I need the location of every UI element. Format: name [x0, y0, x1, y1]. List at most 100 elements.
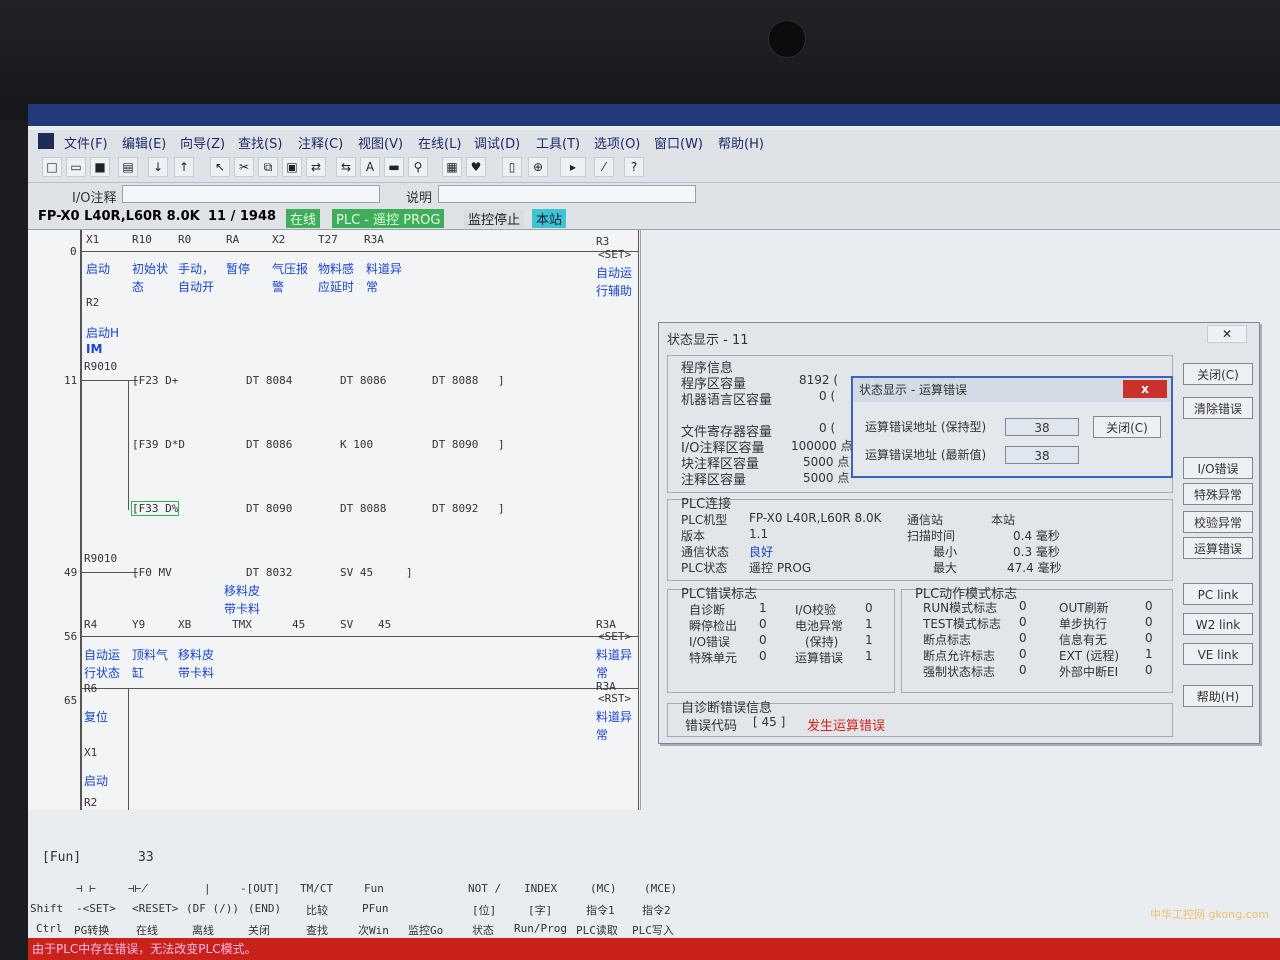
key-pfun[interactable]: PFun — [362, 902, 389, 915]
contact-label[interactable]: T27 — [318, 233, 338, 246]
coil-label[interactable]: R3 — [596, 235, 609, 248]
key-not[interactable]: NOT / — [468, 882, 501, 895]
key-offline[interactable]: 离线 — [192, 922, 214, 938]
key-instr2[interactable]: 指令2 — [642, 902, 671, 918]
timer-label[interactable]: TMX — [232, 618, 252, 631]
key-mc[interactable]: (MC) — [590, 882, 617, 895]
key-reset[interactable]: <RESET> — [132, 902, 178, 915]
io-comment-field[interactable] — [122, 185, 380, 203]
contact-label[interactable]: R9010 — [84, 552, 117, 565]
operand[interactable]: DT 8092 — [432, 502, 478, 515]
save-icon[interactable]: ■ — [90, 157, 110, 177]
operand[interactable]: DT 8090 — [432, 438, 478, 451]
menu-find[interactable]: 查找(S) — [238, 133, 282, 152]
instruction[interactable]: [F23 D+ — [132, 374, 178, 387]
key-run-prog[interactable]: Run/Prog — [514, 922, 567, 935]
key-word[interactable]: [字] — [528, 902, 552, 918]
contact-label[interactable]: R6 — [84, 682, 97, 695]
line-icon[interactable]: ⇄ — [306, 157, 326, 177]
new-file-icon[interactable]: □ — [42, 157, 62, 177]
key-find[interactable]: 查找 — [306, 922, 328, 938]
set-instruction[interactable]: <SET> — [598, 248, 631, 261]
open-folder-icon[interactable]: ▭ — [66, 157, 86, 177]
menu-view[interactable]: 视图(V) — [358, 133, 403, 152]
operation-error-button[interactable]: 运算错误 — [1183, 537, 1253, 559]
special-error-button[interactable]: 特殊异常 — [1183, 483, 1253, 505]
key-timer[interactable]: TM/CT — [300, 882, 333, 895]
operand[interactable]: DT 8088 — [340, 502, 386, 515]
clear-error-button[interactable]: 清除错误 — [1183, 397, 1253, 419]
operand[interactable]: DT 8032 — [246, 566, 292, 579]
print-icon[interactable]: ▤ — [118, 157, 138, 177]
operand[interactable]: DT 8084 — [246, 374, 292, 387]
io-error-button[interactable]: I/O错误 — [1183, 457, 1253, 479]
contact-label[interactable]: R9010 — [84, 360, 117, 373]
contact-label[interactable]: R10 — [132, 233, 152, 246]
key-set[interactable]: -<SET> — [76, 902, 116, 915]
menu-comment[interactable]: 注释(C) — [298, 133, 343, 152]
contact-label[interactable]: X1 — [86, 233, 99, 246]
contact-label[interactable]: RA — [226, 233, 239, 246]
contact-label[interactable]: R3A — [364, 233, 384, 246]
block-icon[interactable]: ▬ — [384, 157, 404, 177]
menu-window[interactable]: 窗口(W) — [654, 133, 703, 152]
rst-instruction[interactable]: <RST> — [598, 692, 631, 705]
menu-tools[interactable]: 工具(T) — [536, 133, 580, 152]
menu-edit[interactable]: 编辑(E) — [122, 133, 166, 152]
key-status[interactable]: 状态 — [472, 922, 494, 938]
contact-label[interactable]: R2 — [84, 796, 97, 809]
key-index[interactable]: INDEX — [524, 882, 557, 895]
w2-link-button[interactable]: W2 link — [1183, 613, 1253, 635]
set-instruction[interactable]: <SET> — [598, 630, 631, 643]
close-button[interactable]: 关闭(C) — [1093, 416, 1161, 438]
cut-icon[interactable]: ✂ — [234, 157, 254, 177]
contact-label[interactable]: Y9 — [132, 618, 145, 631]
operand[interactable]: DT 8088 — [432, 374, 478, 387]
verify-error-button[interactable]: 校验异常 — [1183, 511, 1253, 533]
paste-icon[interactable]: ▣ — [282, 157, 302, 177]
menu-wizard[interactable]: 向导(Z) — [180, 133, 225, 152]
ladder-editor[interactable]: 0 X1 R10 R0 RA X2 T27 R3A R3 <SET> 启动 初始… — [28, 230, 641, 810]
write-plc-icon[interactable]: ↑ — [174, 157, 194, 177]
key-end[interactable]: (END) — [248, 902, 281, 915]
contact-label[interactable]: R2 — [86, 296, 99, 309]
menu-online[interactable]: 在线(L) — [418, 133, 461, 152]
replace-icon[interactable]: ⇆ — [336, 157, 356, 177]
ve-link-button[interactable]: VE link — [1183, 643, 1253, 665]
key-close[interactable]: 关闭 — [248, 922, 270, 938]
instruction[interactable]: [F0 MV — [132, 566, 172, 579]
menu-debug[interactable]: 调试(D) — [474, 133, 520, 152]
menu-file[interactable]: 文件(F) — [64, 133, 108, 152]
contact-label[interactable]: R4 — [84, 618, 97, 631]
key-bit[interactable]: [位] — [472, 902, 496, 918]
key-instr1[interactable]: 指令1 — [586, 902, 615, 918]
heart-monitor-icon[interactable]: ♥ — [466, 157, 486, 177]
key-pg-convert[interactable]: PG转换 — [74, 922, 109, 938]
key-monitor-go[interactable]: 监控Go — [408, 922, 443, 938]
menu-help[interactable]: 帮助(H) — [718, 133, 764, 152]
menu-options[interactable]: 选项(O) — [594, 133, 640, 152]
close-icon[interactable]: x — [1123, 380, 1167, 398]
operand[interactable]: DT 8086 — [340, 374, 386, 387]
text-icon[interactable]: A — [360, 157, 380, 177]
instruction[interactable]: [F39 D*D — [132, 438, 185, 451]
operand[interactable]: K 100 — [340, 438, 373, 451]
help-button[interactable]: 帮助(H) — [1183, 685, 1253, 707]
contact-label[interactable]: R0 — [178, 233, 191, 246]
key-mce[interactable]: (MCE) — [644, 882, 677, 895]
switch-mode-icon[interactable]: ⁄ — [594, 157, 614, 177]
contact-label[interactable]: X1 — [84, 746, 97, 759]
contact-label[interactable]: X2 — [272, 233, 285, 246]
operand[interactable]: SV 45 — [340, 566, 373, 579]
copy-icon[interactable]: ⧉ — [258, 157, 278, 177]
key-df[interactable]: (DF (/)) — [186, 902, 239, 915]
key-plc-write[interactable]: PLC写入 — [632, 922, 674, 938]
close-button[interactable]: 关闭(C) — [1183, 363, 1253, 385]
description-field[interactable] — [438, 185, 696, 203]
key-out[interactable]: -[OUT] — [240, 882, 280, 895]
key-fun[interactable]: Fun — [364, 882, 384, 895]
monitor-icon[interactable]: ▦ — [442, 157, 462, 177]
instruction-selected[interactable]: [F33 D% — [130, 501, 180, 516]
key-line[interactable]: | — [204, 882, 211, 895]
pc-link-button[interactable]: PC link — [1183, 583, 1253, 605]
